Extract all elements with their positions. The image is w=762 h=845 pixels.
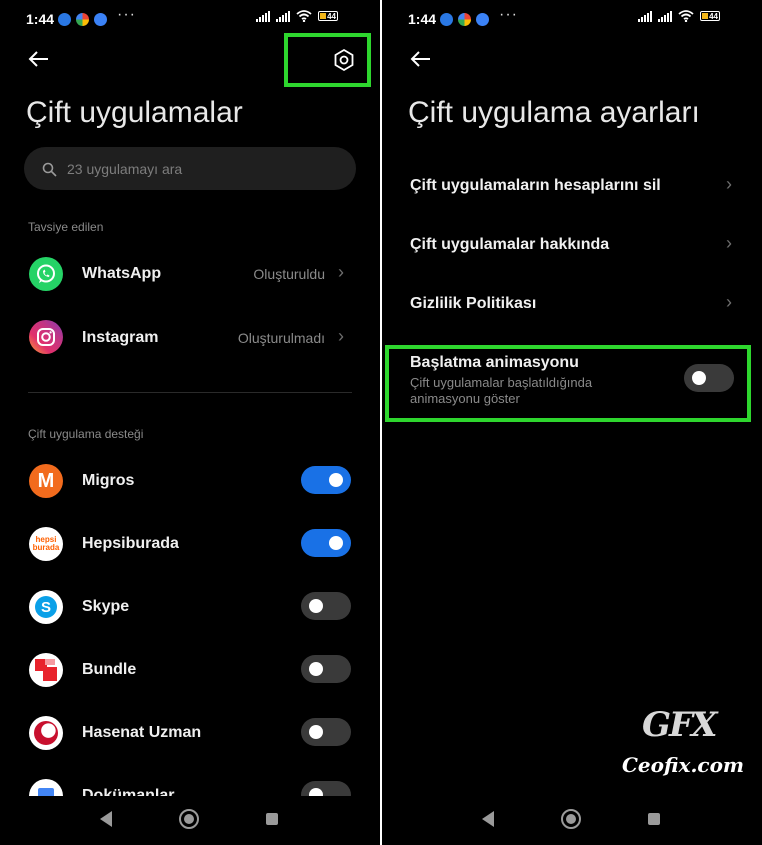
app-name: WhatsApp xyxy=(82,265,162,282)
signal-icon xyxy=(658,10,672,22)
signal-icon xyxy=(276,10,290,22)
dual-app-toggle[interactable] xyxy=(301,529,351,557)
hasenat-uzman-icon xyxy=(29,716,63,750)
more-notifications-icon: ··· xyxy=(499,6,518,23)
app-name: Hepsiburada xyxy=(82,535,179,552)
message-notification-icon xyxy=(440,13,453,26)
nav-recents-icon[interactable] xyxy=(647,812,661,826)
chevron-right-icon: › xyxy=(726,292,732,312)
launch-animation-title: Başlatma animasyonu xyxy=(410,354,579,371)
status-time: 1:44 xyxy=(408,11,437,27)
page-title: Çift uygulama ayarları xyxy=(408,96,700,129)
recommended-section-label: Tavsiye edilen xyxy=(28,220,104,234)
nav-recents-icon[interactable] xyxy=(265,812,279,826)
about-dual-apps-item[interactable]: Çift uygulamalar hakkında › xyxy=(382,219,762,271)
settings-item-label: Gizlilik Politikası xyxy=(410,295,537,312)
bundle-icon xyxy=(29,653,63,687)
dual-app-toggle[interactable] xyxy=(301,718,351,746)
nav-home-icon[interactable] xyxy=(560,808,582,830)
app-notification-icon xyxy=(476,13,489,26)
google-notification-icon xyxy=(458,13,471,26)
launch-animation-toggle[interactable] xyxy=(684,364,734,392)
dual-app-toggle[interactable] xyxy=(301,466,351,494)
ceofix-watermark: GFX Ceofix.com xyxy=(622,705,744,785)
launch-animation-item: Başlatma animasyonu Çift uygulamalar baş… xyxy=(392,350,744,418)
signal-icon xyxy=(638,10,652,22)
app-status: Oluşturulmadı xyxy=(237,330,325,346)
chevron-right-icon: › xyxy=(338,262,344,282)
list-item-instagram[interactable]: Instagram Oluşturulmadı › xyxy=(0,314,380,362)
supported-section-label: Çift uygulama desteği xyxy=(28,427,144,441)
skype-icon: S xyxy=(29,590,63,624)
status-time: 1:44 xyxy=(26,11,55,27)
privacy-policy-item[interactable]: Gizlilik Politikası › xyxy=(382,278,762,330)
dual-app-settings-screen: 1:44 ··· 44 Çift uygulama ayarları Çift … xyxy=(382,0,762,845)
list-item-hepsiburada: hepsi burada Hepsiburada xyxy=(0,521,380,567)
app-name: Hasenat Uzman xyxy=(82,724,202,741)
back-arrow-icon[interactable] xyxy=(408,46,434,72)
app-status: Oluşturuldu xyxy=(253,266,325,282)
chevron-right-icon: › xyxy=(338,326,344,346)
settings-highlight xyxy=(284,33,371,87)
nav-back-icon[interactable] xyxy=(480,810,496,828)
dual-app-toggle[interactable] xyxy=(301,655,351,683)
navigation-bar xyxy=(382,796,762,845)
wifi-icon xyxy=(678,10,694,22)
app-name: Skype xyxy=(82,598,130,615)
app-name: Migros xyxy=(82,472,135,489)
watermark-site: Ceofix.com xyxy=(622,753,745,777)
more-notifications-icon: ··· xyxy=(117,6,136,23)
chevron-right-icon: › xyxy=(726,233,732,253)
signal-icon xyxy=(256,10,270,22)
back-arrow-icon[interactable] xyxy=(26,46,52,72)
navigation-bar xyxy=(0,796,380,845)
divider xyxy=(28,392,352,393)
list-item-whatsapp[interactable]: WhatsApp Oluşturuldu › xyxy=(0,250,380,298)
battery-icon: 44 xyxy=(318,11,338,21)
chevron-right-icon: › xyxy=(726,174,732,194)
status-icons: 44 xyxy=(638,10,720,22)
dual-apps-screen: 1:44 ··· 44 Çift uygulamalar 23 uygulama… xyxy=(0,0,380,845)
dual-app-toggle[interactable] xyxy=(301,592,351,620)
launch-animation-subtitle-line2: animasyonu göster xyxy=(410,391,520,406)
battery-icon: 44 xyxy=(700,11,720,21)
google-notification-icon xyxy=(76,13,89,26)
app-name: Bundle xyxy=(82,661,137,678)
app-notification-icon xyxy=(94,13,107,26)
settings-item-label: Çift uygulamaların hesaplarını sil xyxy=(410,177,661,194)
nav-home-icon[interactable] xyxy=(178,808,200,830)
message-notification-icon xyxy=(58,13,71,26)
wifi-icon xyxy=(296,10,312,22)
settings-item-label: Çift uygulamalar hakkında xyxy=(410,236,610,253)
gfx-logo: GFX xyxy=(642,705,718,745)
whatsapp-icon xyxy=(29,257,63,291)
nav-back-icon[interactable] xyxy=(98,810,114,828)
search-placeholder: 23 uygulamayı ara xyxy=(67,161,183,177)
hepsiburada-icon: hepsi burada xyxy=(29,527,63,561)
gear-icon[interactable] xyxy=(332,48,356,72)
list-item-bundle: Bundle xyxy=(0,647,380,693)
list-item-hasenat-uzman: Hasenat Uzman xyxy=(0,710,380,756)
search-icon xyxy=(42,162,57,177)
list-item-skype: S Skype xyxy=(0,584,380,630)
instagram-icon xyxy=(29,320,63,354)
launch-animation-subtitle-line1: Çift uygulamalar başlatıldığında xyxy=(410,375,593,390)
status-icons: 44 xyxy=(256,10,338,22)
app-name: Instagram xyxy=(82,329,159,346)
page-title: Çift uygulamalar xyxy=(26,96,243,129)
migros-icon: M xyxy=(29,464,63,498)
list-item-migros: M Migros xyxy=(0,458,380,504)
delete-dual-app-accounts-item[interactable]: Çift uygulamaların hesaplarını sil › xyxy=(382,160,762,212)
